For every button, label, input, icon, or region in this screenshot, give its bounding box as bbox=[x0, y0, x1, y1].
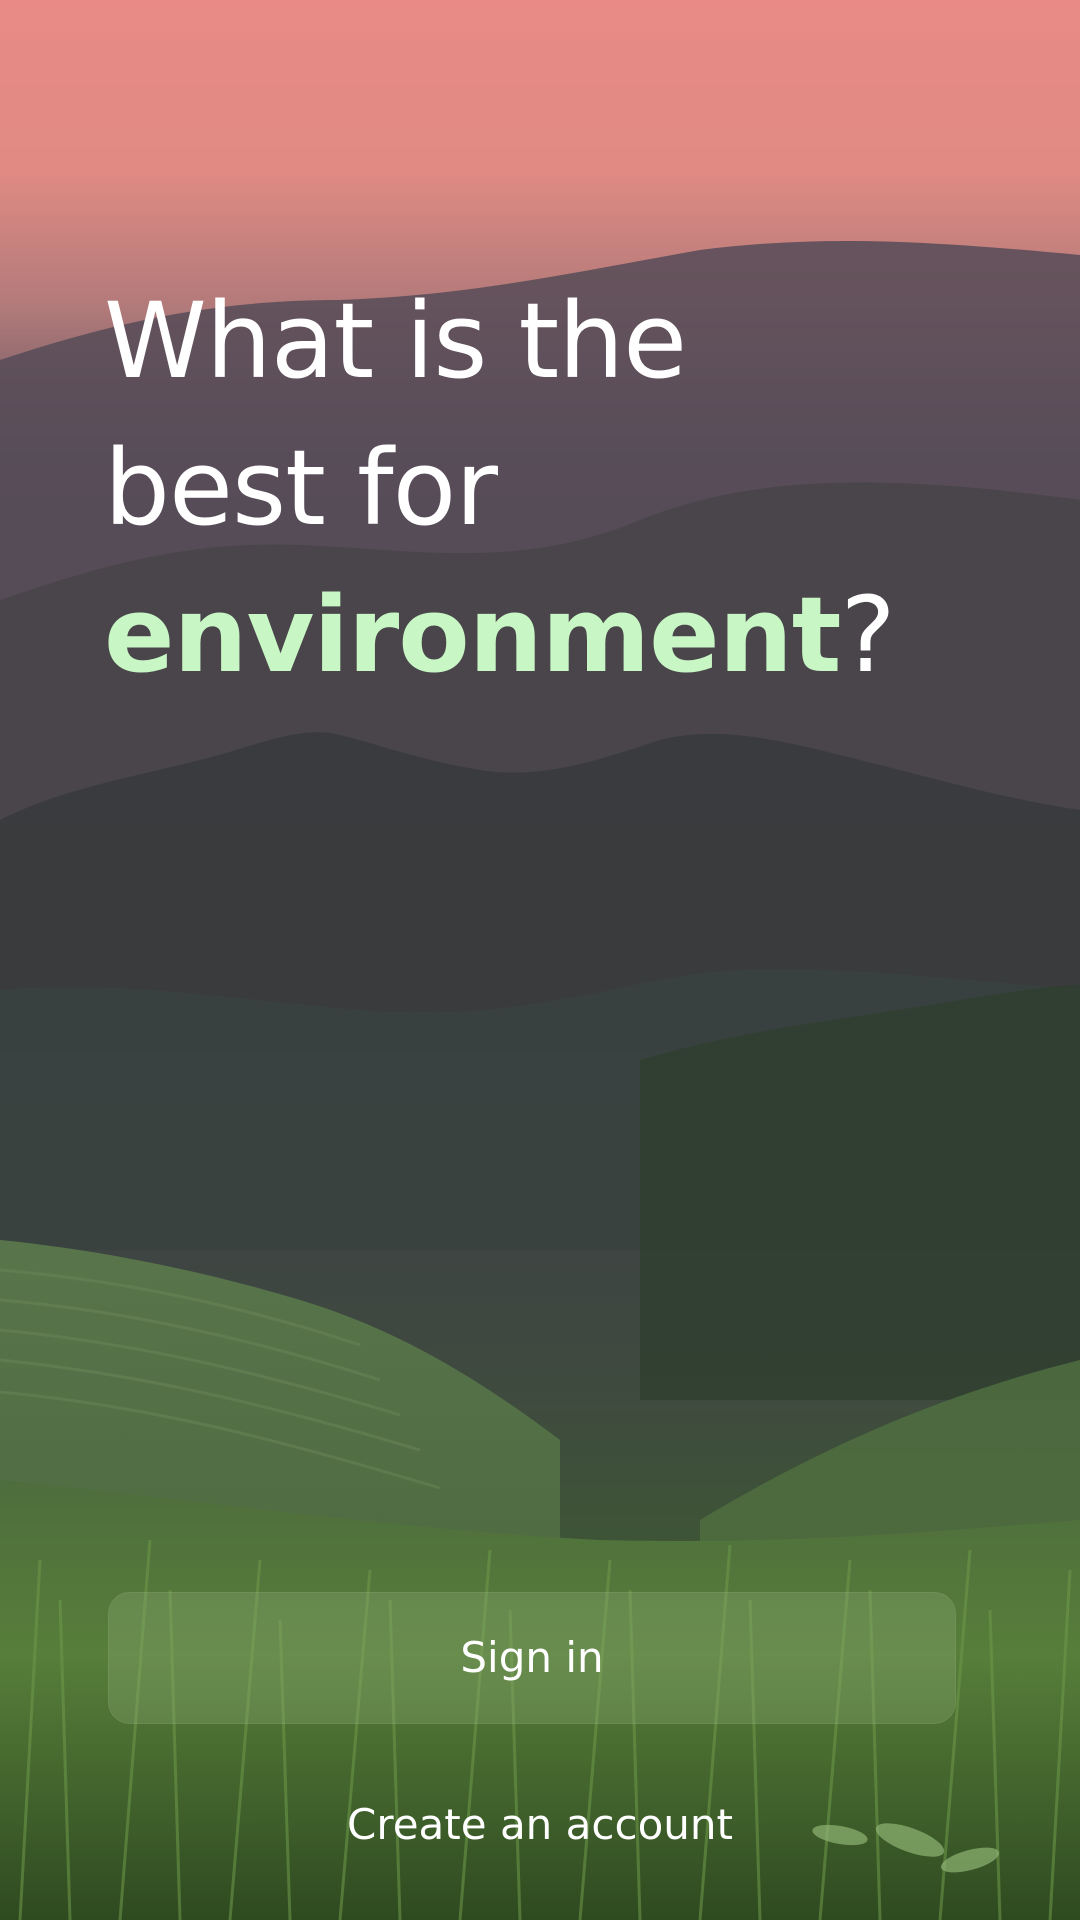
headline-punctuation: ? bbox=[840, 574, 895, 696]
create-account-link[interactable]: Create an account bbox=[0, 1790, 1080, 1860]
headline-line-2: best for bbox=[104, 427, 498, 549]
hero-headline: What is the best for environment? bbox=[104, 268, 1004, 709]
sign-in-button[interactable]: Sign in bbox=[108, 1592, 956, 1724]
headline-accent-word: environment bbox=[104, 574, 841, 696]
headline-line-1: What is the bbox=[104, 280, 687, 402]
welcome-screen: What is the best for environment? Sign i… bbox=[0, 0, 1080, 1920]
